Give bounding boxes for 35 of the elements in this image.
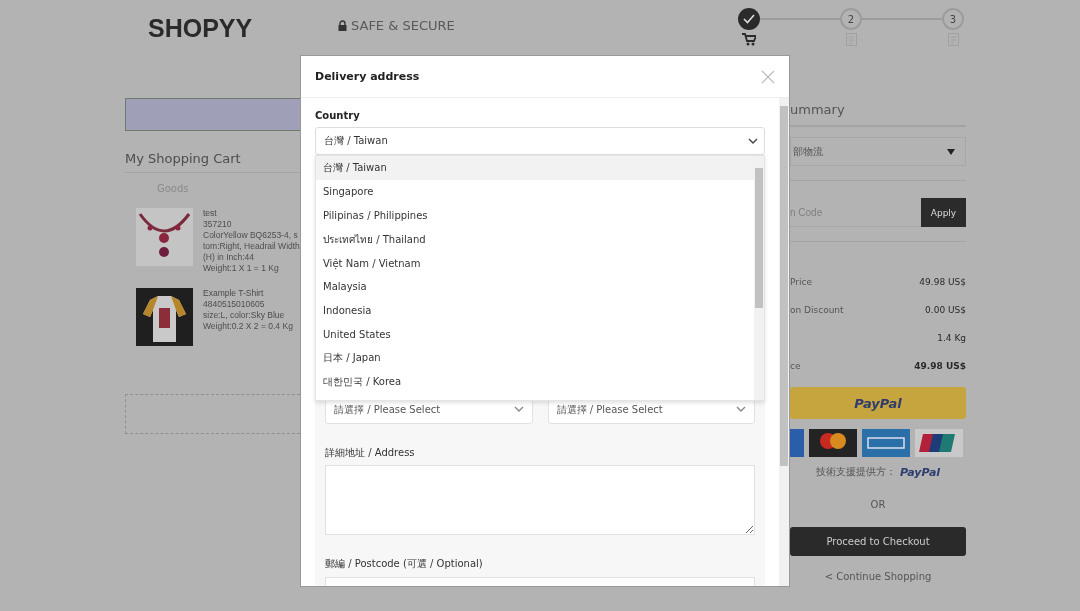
- country-select[interactable]: 台灣 / Taiwan: [315, 127, 765, 155]
- or-divider-text: OR: [869, 499, 887, 510]
- product-detail: tom:Right, Headrail Width: [203, 241, 300, 252]
- country-option[interactable]: 台灣 / Taiwan: [316, 156, 754, 180]
- paypal-button[interactable]: PayPal: [790, 387, 966, 419]
- product-detail: ColorYellow BQ6253-4, s: [203, 230, 299, 241]
- address-label: 詳細地址 / Address: [325, 446, 416, 460]
- dialog-title: Delivery address: [315, 70, 420, 83]
- summary-value: 49.98 US$: [914, 361, 966, 371]
- country-label: Country: [315, 110, 361, 121]
- product-name[interactable]: test: [203, 208, 300, 219]
- product-detail: size:L, color:Sky Blue: [203, 310, 286, 321]
- product-sku: 357210: [203, 219, 233, 230]
- postcode-label: 郵編 / Postcode (可選 / Optional): [325, 557, 484, 571]
- product-sku: 4840515010605: [203, 299, 266, 310]
- summary-value: 49.98 US$: [919, 277, 966, 287]
- step-indicator: 3: [942, 8, 964, 30]
- summary-label: Price: [790, 277, 812, 287]
- apply-button[interactable]: Apply: [921, 198, 966, 227]
- product-detail: Weight:0.2 X 2 = 0.4 Kg: [203, 321, 293, 332]
- product-detail: (H) in Inch:44: [203, 252, 256, 263]
- product-name[interactable]: Example T-Shirt: [203, 288, 293, 299]
- shipping-select[interactable]: 部物流: [790, 137, 966, 166]
- paypal-brand: PayPal: [899, 465, 941, 479]
- summary-value: 1.4 Kg: [937, 333, 966, 343]
- checkout-button[interactable]: Proceed to Checkout: [790, 527, 966, 556]
- step-indicator: 2: [840, 8, 862, 30]
- continue-shopping-link[interactable]: < Continue Shopping: [790, 571, 966, 582]
- logo[interactable]: SHOPYY: [148, 14, 338, 43]
- product-detail: Weight:1 X 1 = 1 Kg: [203, 263, 280, 274]
- summary-label: on Discount: [790, 305, 844, 315]
- summary-value: 0.00 US$: [925, 305, 966, 315]
- summary-label: ce: [790, 361, 801, 371]
- secure-label: SAFE & SECURE: [351, 18, 455, 33]
- powered-by-text: 技術支援提供方：: [815, 465, 896, 479]
